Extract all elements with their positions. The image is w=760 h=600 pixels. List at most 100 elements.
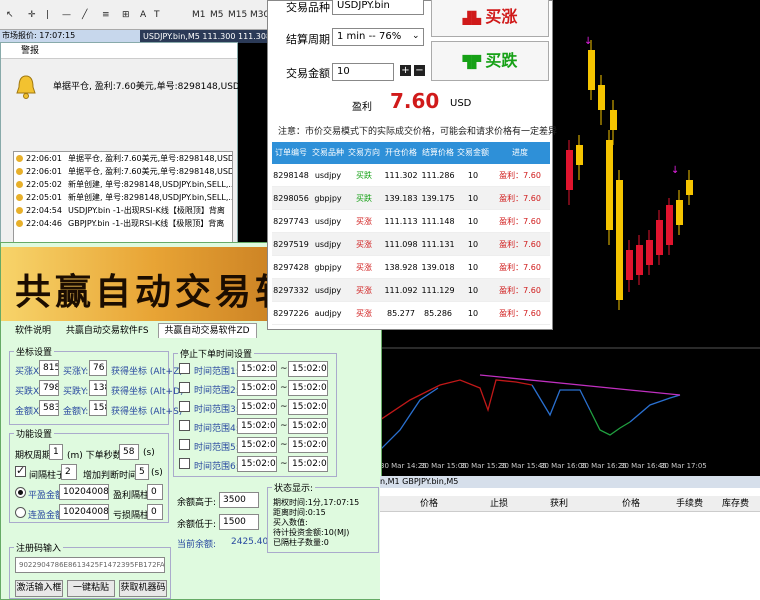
- alert-row[interactable]: 22:04:54 USDJPY.bin -1-出现RSI-K线【极限顶】背离: [14, 204, 232, 217]
- activate-button[interactable]: 激活输入框: [15, 580, 63, 597]
- stop-row-to[interactable]: 15:02:03: [288, 437, 328, 453]
- loss-int-input[interactable]: 0: [147, 504, 163, 520]
- stop-row-checkbox[interactable]: [179, 401, 190, 412]
- stop-row-to[interactable]: 15:02:03: [288, 380, 328, 396]
- table-row[interactable]: 8297743 usdjpy 买涨 111.113 111.148 10 盈利：7.60: [272, 210, 550, 233]
- bell-icon: [16, 168, 23, 175]
- tf-m5[interactable]: M5: [210, 7, 224, 23]
- trendline-icon[interactable]: ╱: [82, 7, 87, 23]
- bal-high-input[interactable]: 3500: [219, 492, 259, 508]
- cont-radio[interactable]: [15, 507, 26, 518]
- alert-row[interactable]: 22:05:01 新单创建, 单号:8298148,USDJPY.bin,SELL…: [14, 191, 232, 204]
- buy-x-input[interactable]: 815: [39, 360, 59, 376]
- get-machine-code-button[interactable]: 获取机器码: [119, 580, 167, 597]
- stop-row-from[interactable]: 15:02:03: [237, 361, 277, 377]
- table-row[interactable]: 8297519 usdjpy 买涨 111.098 111.131 10 盈利：7.60: [272, 233, 550, 256]
- alert-row[interactable]: 22:06:01 单据平仓, 盈利:7.60美元,单号:8298148,USDJ.…: [14, 165, 232, 178]
- label-icon[interactable]: T: [154, 7, 160, 23]
- stop-row-from[interactable]: 15:02:03: [237, 399, 277, 415]
- candle: [656, 220, 663, 255]
- stop-row-label: 时间范围2:: [194, 386, 239, 396]
- status-line: 已隔柱子数量:0: [273, 538, 329, 547]
- bal-low-input[interactable]: 1500: [219, 514, 259, 530]
- terminal-col: 获利: [550, 499, 569, 509]
- tf-m1[interactable]: M1: [192, 7, 206, 23]
- alert-row[interactable]: 22:06:01 单据平仓, 盈利:7.60美元,单号:8298148,USDJ.…: [14, 152, 232, 165]
- tf-m15[interactable]: M15: [228, 7, 247, 23]
- terminal-col: 价格: [622, 499, 641, 509]
- chevron-down-icon[interactable]: ⌄: [412, 31, 420, 41]
- period-select[interactable]: 1 min -- 76%: [332, 28, 424, 46]
- stop-row-to[interactable]: 15:02:03: [288, 418, 328, 434]
- cursor-icon[interactable]: ↖: [6, 7, 14, 23]
- tab-intro[interactable]: 软件说明: [9, 324, 57, 339]
- crosshair-icon[interactable]: ✛: [28, 7, 36, 23]
- table-row[interactable]: 8297428 gbpjpy 买涨 138.928 139.018 10 盈利：7.60: [272, 256, 550, 279]
- stop-row-to[interactable]: 15:02:03: [288, 361, 328, 377]
- tab-fs[interactable]: 共赢自动交易软件FS: [60, 324, 155, 339]
- tab-zd[interactable]: 共赢自动交易软件ZD: [157, 323, 257, 338]
- alert-list[interactable]: 22:06:01 单据平仓, 盈利:7.60美元,单号:8298148,USDJ.…: [13, 151, 233, 245]
- flat-radio[interactable]: [15, 487, 26, 498]
- paste-button[interactable]: 一键粘贴: [67, 580, 115, 597]
- stop-row-checkbox[interactable]: [179, 363, 190, 374]
- stop-row-to[interactable]: 15:02:03: [288, 399, 328, 415]
- stop-row-from[interactable]: 15:02:03: [237, 418, 277, 434]
- table-cell: 139.018: [421, 263, 455, 272]
- table-cell: 8297743: [273, 217, 309, 226]
- period-input[interactable]: 1: [49, 444, 63, 460]
- stop-row-from[interactable]: 15:02:03: [237, 456, 277, 472]
- hline-icon[interactable]: —: [62, 7, 71, 23]
- flat-input[interactable]: 102040080: [59, 484, 109, 500]
- table-row[interactable]: 8297332 usdjpy 买涨 111.092 111.129 10 盈利：7.60: [272, 279, 550, 302]
- buy-get-coord[interactable]: 获得坐标 (Alt+Z): [111, 364, 183, 377]
- table-cell: 买跌: [356, 171, 372, 180]
- cont-input[interactable]: 102040080: [59, 504, 109, 520]
- buy-down-label: 买跌: [485, 51, 518, 70]
- interval-checkbox[interactable]: [15, 464, 26, 477]
- reg-code-input[interactable]: 9022904786E8613425F1472395FB172FAC94A: [15, 557, 165, 573]
- chart-tabs[interactable]: n,M1 GBPJPY.bin,M5: [380, 476, 760, 488]
- text-icon[interactable]: A: [140, 7, 146, 23]
- stop-row-dash: ~: [280, 421, 288, 431]
- stop-row-dash: ~: [280, 364, 288, 374]
- stop-row-checkbox[interactable]: [179, 439, 190, 450]
- stop-row-from[interactable]: 15:02:03: [237, 380, 277, 396]
- channel-icon[interactable]: ≡: [102, 7, 110, 23]
- stop-row-dash: ~: [280, 459, 288, 469]
- terminal-col: 库存费: [722, 499, 750, 509]
- table-row[interactable]: 8298148 usdjpy 买跌 111.302 111.286 10 盈利：7.60: [272, 164, 550, 187]
- alert-row[interactable]: 22:05:02 新单创建, 单号:8298148,USDJPY.bin,SELL…: [14, 178, 232, 191]
- interval-input[interactable]: 2: [61, 464, 77, 480]
- plus-icon[interactable]: +: [400, 65, 411, 76]
- stop-row-checkbox[interactable]: [179, 382, 190, 393]
- profit-int-input[interactable]: 0: [147, 484, 163, 500]
- bal-high-label: 余额高于:: [177, 498, 217, 508]
- chart-down-icon: ▜▛: [462, 55, 486, 69]
- fibo-icon[interactable]: ⊞: [122, 7, 130, 23]
- vline-icon[interactable]: |: [46, 7, 49, 23]
- buy-up-button[interactable]: ▟▙ 买涨: [431, 0, 549, 37]
- sell-x-input[interactable]: 798: [39, 380, 59, 396]
- product-select[interactable]: USDJPY.bin: [332, 0, 424, 15]
- amount-input[interactable]: 10: [332, 63, 394, 81]
- minus-icon[interactable]: −: [414, 65, 425, 76]
- stop-row-checkbox[interactable]: [179, 458, 190, 469]
- alert-row-time: 22:04:46: [26, 219, 62, 228]
- amt-get-coord[interactable]: 获得坐标 (Alt+S): [111, 404, 182, 417]
- buy-down-button[interactable]: ▜▛ 买跌: [431, 41, 549, 81]
- delay-input[interactable]: 5: [135, 464, 149, 480]
- period-label: 期权周期: [15, 451, 52, 461]
- reg-legend: 注册码输入: [16, 544, 62, 554]
- table-row[interactable]: 8297226 audjpy 买涨 85.277 85.286 10 盈利：7.60: [272, 302, 550, 325]
- alert-row[interactable]: 22:04:46 GBPJPY.bin -1-出现RSI-K线【极限顶】背离: [14, 217, 232, 230]
- table-row[interactable]: 8298056 gbpjpy 买跌 139.183 139.175 10 盈利：7.60: [272, 187, 550, 210]
- amt-x-input[interactable]: 583: [39, 400, 59, 416]
- seconds-input[interactable]: 58: [119, 444, 139, 460]
- stop-row-to[interactable]: 15:02:03: [288, 456, 328, 472]
- amt-y-input[interactable]: 158: [89, 400, 107, 416]
- sell-y-input[interactable]: 138: [89, 380, 107, 396]
- stop-row-checkbox[interactable]: [179, 420, 190, 431]
- buy-y-input[interactable]: 76: [89, 360, 107, 376]
- stop-row-from[interactable]: 15:02:03: [237, 437, 277, 453]
